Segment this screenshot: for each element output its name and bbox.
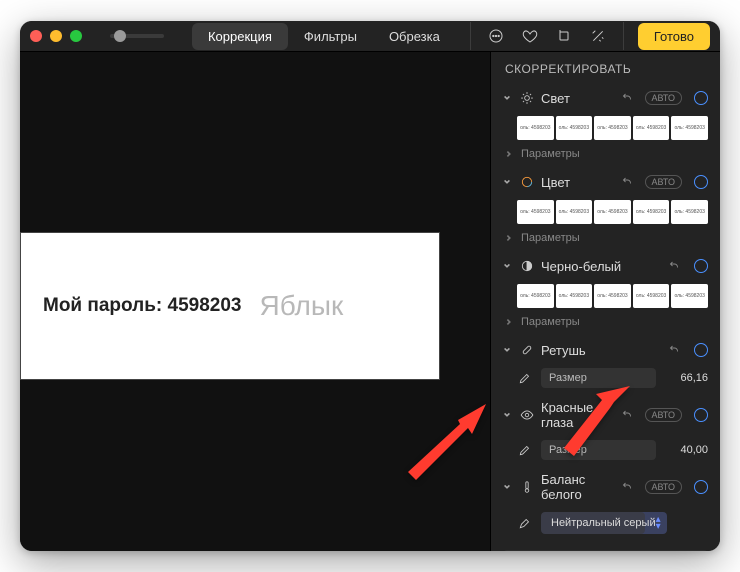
tab-correction[interactable]: Коррекция xyxy=(192,23,288,50)
done-button[interactable]: Готово xyxy=(638,23,710,50)
chevron-down-icon xyxy=(503,346,513,354)
canvas[interactable]: Мой пароль: 4598203 Яблык xyxy=(20,52,490,551)
chevron-right-icon xyxy=(505,234,515,242)
eyedropper-icon[interactable] xyxy=(517,515,533,531)
section-light[interactable]: Свет АВТО xyxy=(491,84,720,112)
body: Мой пароль: 4598203 Яблык СКОРРЕКТИРОВАТ… xyxy=(20,52,720,551)
mode-tabs: Коррекция Фильтры Обрезка xyxy=(192,23,456,50)
toolbar-right: Готово xyxy=(464,21,710,51)
undo-icon[interactable] xyxy=(621,175,635,189)
contrast-icon xyxy=(519,258,535,274)
undo-icon[interactable] xyxy=(621,91,635,105)
retouch-size-value: 66,16 xyxy=(664,372,708,384)
chevron-down-icon xyxy=(503,411,513,419)
auto-button[interactable]: АВТО xyxy=(645,408,683,422)
enable-ring-icon[interactable] xyxy=(694,408,708,422)
auto-button[interactable]: АВТО xyxy=(645,91,683,105)
chevron-down-icon xyxy=(503,483,513,491)
tab-filters[interactable]: Фильтры xyxy=(288,23,373,50)
sun-icon xyxy=(519,90,535,106)
select-arrows-icon: ▴▾ xyxy=(656,516,661,530)
auto-button[interactable]: АВТО xyxy=(645,175,683,189)
brush-icon[interactable] xyxy=(517,442,533,458)
image-preview: Мой пароль: 4598203 Яблык xyxy=(20,232,440,380)
bw-thumbs[interactable]: оль: 4598203оль: 4598203оль: 4598203оль:… xyxy=(491,280,720,314)
chevron-down-icon xyxy=(503,94,513,102)
minimize-icon[interactable] xyxy=(50,30,62,42)
section-bw[interactable]: Черно-белый xyxy=(491,252,720,280)
enable-ring-icon[interactable] xyxy=(694,259,708,273)
chevron-down-icon xyxy=(503,262,513,270)
panel-spacer xyxy=(503,550,708,551)
enable-ring-icon[interactable] xyxy=(694,91,708,105)
enable-ring-icon[interactable] xyxy=(694,343,708,357)
enable-ring-icon[interactable] xyxy=(694,480,708,494)
section-label: Свет xyxy=(541,91,615,106)
chevron-down-icon xyxy=(503,178,513,186)
params-label: Параметры xyxy=(521,232,580,244)
adjust-panel: СКОРРЕКТИРОВАТЬ Свет АВТО оль: 4598203ол… xyxy=(490,52,720,551)
separator xyxy=(623,22,624,50)
section-retouch[interactable]: Ретушь xyxy=(491,336,720,364)
enable-ring-icon[interactable] xyxy=(694,175,708,189)
light-thumbs[interactable]: оль: 4598203оль: 4598203оль: 4598203оль:… xyxy=(491,112,720,146)
section-label: Баланс белого xyxy=(541,472,615,502)
eye-icon xyxy=(519,407,535,423)
panel-title: СКОРРЕКТИРОВАТЬ xyxy=(491,52,720,84)
params-label: Параметры xyxy=(521,316,580,328)
wb-mode-select[interactable]: Нейтральный серый ▴▾ xyxy=(541,512,667,534)
section-color[interactable]: Цвет АВТО xyxy=(491,168,720,196)
annotation-arrow xyxy=(556,386,636,471)
section-label: Ретушь xyxy=(541,343,662,358)
undo-icon[interactable] xyxy=(668,343,682,357)
app-window: Коррекция Фильтры Обрезка Готово Мой пар… xyxy=(20,21,720,551)
params-label: Параметры xyxy=(521,148,580,160)
rotate-icon[interactable] xyxy=(549,21,579,51)
size-label: Размер xyxy=(549,372,587,384)
wand-icon[interactable] xyxy=(583,21,613,51)
preview-text: Мой пароль: 4598203 xyxy=(43,295,242,317)
annotation-arrow xyxy=(398,402,488,497)
color-params[interactable]: Параметры xyxy=(491,230,720,252)
undo-icon[interactable] xyxy=(668,259,682,273)
wb-mode-row: Нейтральный серый ▴▾ xyxy=(491,508,720,540)
bandage-icon xyxy=(519,342,535,358)
more-icon[interactable] xyxy=(481,21,511,51)
retouch-size-field[interactable]: Размер xyxy=(541,368,656,388)
zoom-slider[interactable] xyxy=(110,34,164,38)
auto-button[interactable]: АВТО xyxy=(645,480,683,494)
tab-crop[interactable]: Обрезка xyxy=(373,23,456,50)
maximize-icon[interactable] xyxy=(70,30,82,42)
chevron-right-icon xyxy=(505,318,515,326)
bw-params[interactable]: Параметры xyxy=(491,314,720,336)
redeye-size-value: 40,00 xyxy=(664,444,708,456)
section-label: Черно-белый xyxy=(541,259,662,274)
section-label: Цвет xyxy=(541,175,615,190)
thermometer-icon xyxy=(519,479,535,495)
brush-icon[interactable] xyxy=(517,370,533,386)
color-ring-icon xyxy=(519,174,535,190)
separator xyxy=(470,22,471,50)
color-thumbs[interactable]: оль: 4598203оль: 4598203оль: 4598203оль:… xyxy=(491,196,720,230)
wb-mode-label: Нейтральный серый xyxy=(551,517,656,529)
section-wb[interactable]: Баланс белого АВТО xyxy=(491,466,720,508)
close-icon[interactable] xyxy=(30,30,42,42)
chevron-right-icon xyxy=(505,150,515,158)
light-params[interactable]: Параметры xyxy=(491,146,720,168)
undo-icon[interactable] xyxy=(621,480,635,494)
preview-watermark: Яблык xyxy=(260,290,344,322)
titlebar: Коррекция Фильтры Обрезка Готово xyxy=(20,21,720,52)
window-controls xyxy=(30,30,82,42)
heart-icon[interactable] xyxy=(515,21,545,51)
